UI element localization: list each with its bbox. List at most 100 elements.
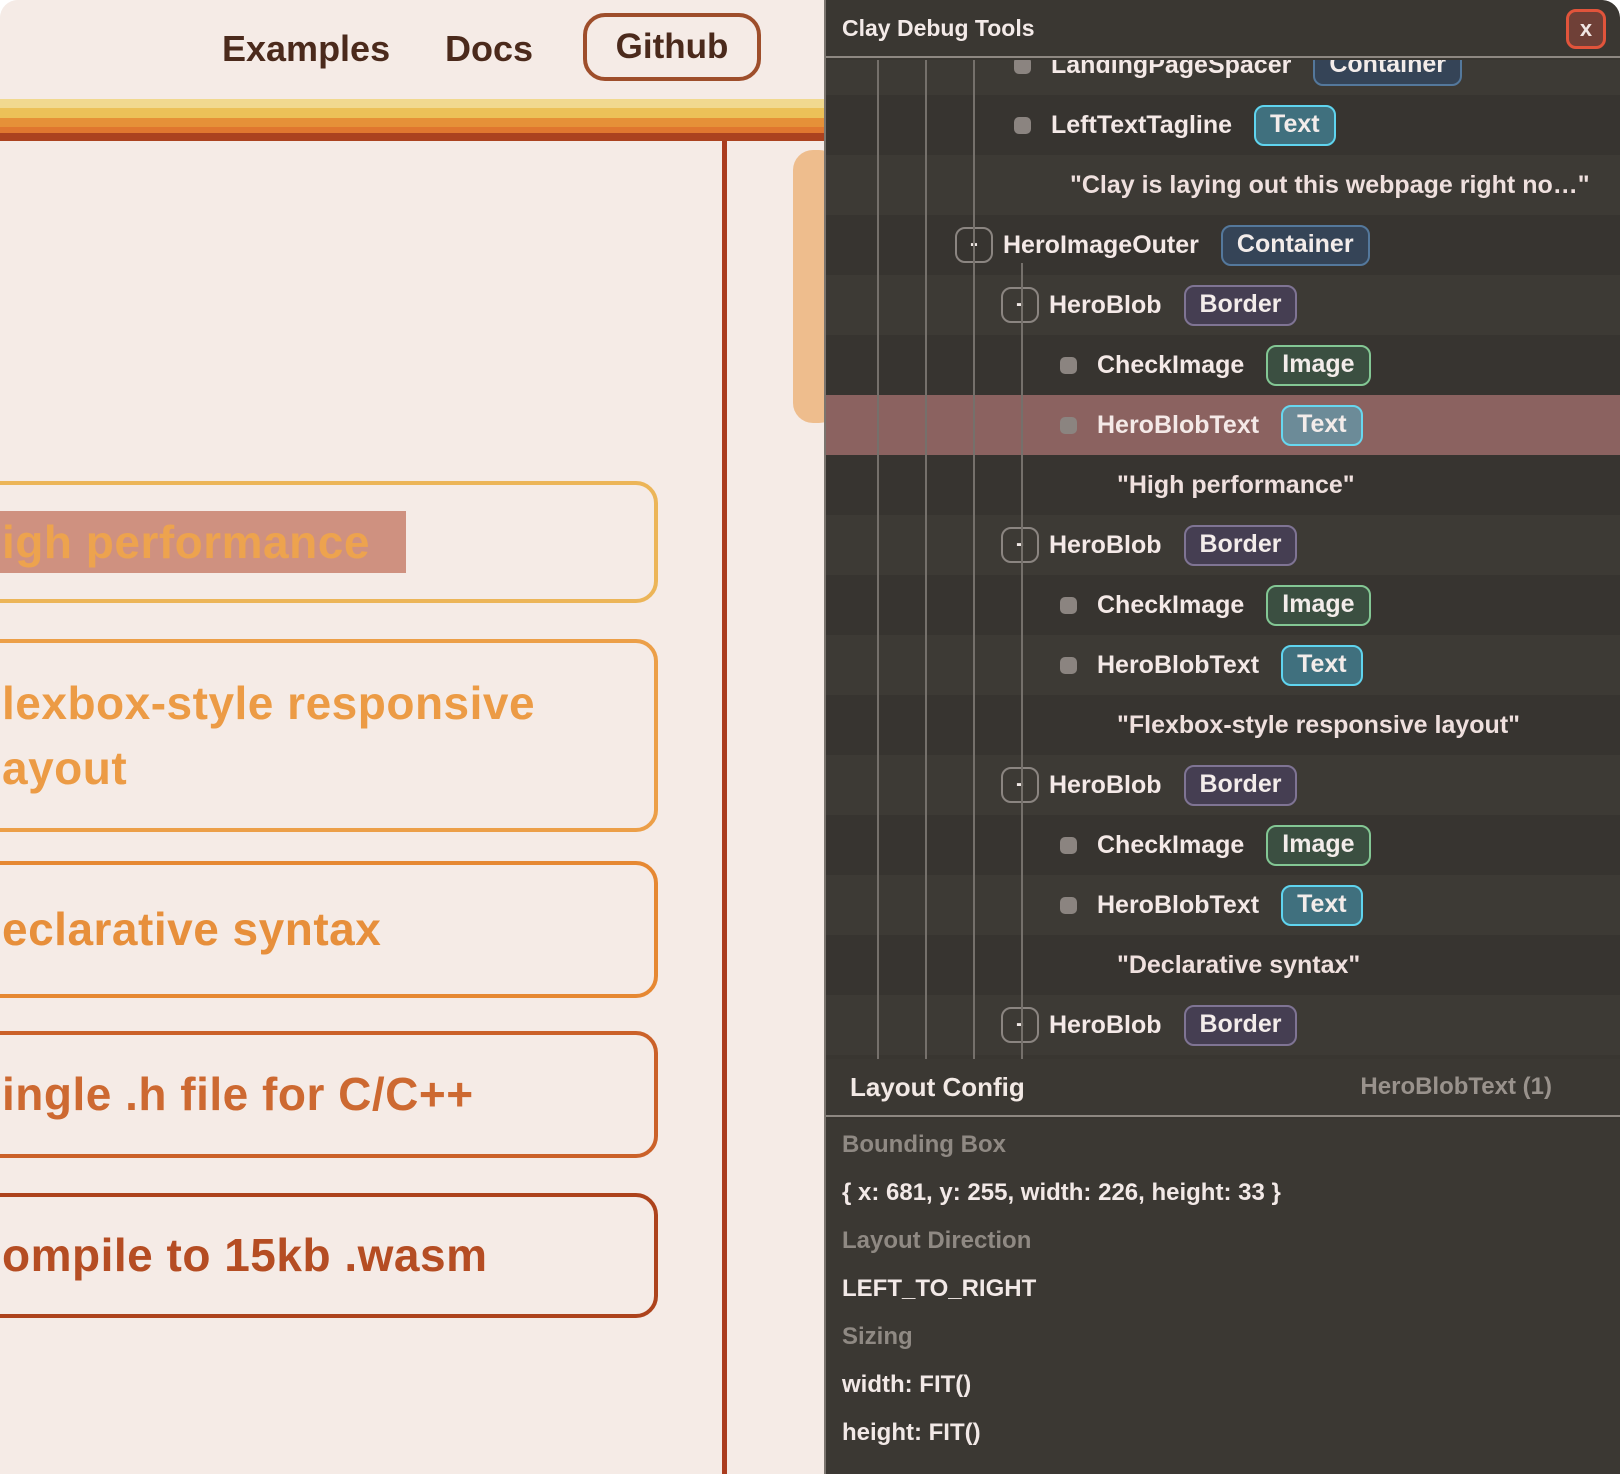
clay-landing-page: Examples Docs Github igh performance lex… xyxy=(0,0,824,1474)
vertical-divider xyxy=(722,141,727,1474)
element-type-badge: Border xyxy=(1184,525,1298,566)
tree-text-content-row[interactable]: "Flexbox-style responsive layout" xyxy=(826,695,1620,755)
element-label: HeroBlobText xyxy=(1097,411,1259,440)
element-label: LeftTextTagline xyxy=(1051,111,1232,140)
hero-feature-box: ompile to 15kb .wasm xyxy=(0,1193,658,1318)
element-label: HeroBlobText xyxy=(1097,891,1259,920)
leaf-node-icon xyxy=(1014,60,1031,74)
layout-config-title: Layout Config xyxy=(826,1072,1025,1103)
stripe xyxy=(0,133,824,141)
collapse-button[interactable]: - xyxy=(1001,1007,1039,1043)
element-type-badge: Container xyxy=(1313,60,1462,86)
debug-panel-title: Clay Debug Tools xyxy=(826,15,1035,42)
layout-config-context: HeroBlobText (1) xyxy=(1360,1073,1620,1101)
tree-element-row-HeroBlob[interactable]: -HeroBlob Border xyxy=(826,755,1620,815)
tree-element-row-HeroBlob[interactable]: -HeroBlob Border xyxy=(826,515,1620,575)
tree-element-row-HeroBlob[interactable]: -HeroBlob Border xyxy=(826,275,1620,335)
collapse-button[interactable]: - xyxy=(1001,287,1039,323)
tree-element-row-HeroBlobText[interactable]: HeroBlobText Text xyxy=(826,395,1620,455)
element-text-content: "Clay is laying out this webpage right n… xyxy=(1070,171,1590,200)
config-field-value: { x: 681, y: 255, width: 226, height: 33… xyxy=(842,1169,1620,1217)
element-type-badge: Image xyxy=(1266,585,1370,626)
tree-element-row-CheckImage[interactable]: CheckImage Image xyxy=(826,575,1620,635)
element-text-content: "Declarative syntax" xyxy=(1117,951,1360,980)
leaf-node-icon xyxy=(1060,597,1077,614)
config-field-value: width: FIT() xyxy=(842,1361,1620,1409)
element-label: CheckImage xyxy=(1097,351,1244,380)
element-type-badge: Text xyxy=(1254,105,1336,146)
hero-feature-box: igh performance xyxy=(0,481,658,603)
header-stripe-bar xyxy=(0,99,824,141)
stripe xyxy=(0,108,824,118)
leaf-node-icon xyxy=(1060,417,1077,434)
collapse-button[interactable]: - xyxy=(1001,767,1039,803)
element-type-badge: Image xyxy=(1266,345,1370,386)
element-type-badge: Border xyxy=(1184,1005,1298,1046)
element-label: HeroBlob xyxy=(1049,291,1162,320)
hero-feature-text: lexbox-style responsive ayout xyxy=(2,671,567,800)
leaf-node-icon xyxy=(1014,117,1031,134)
debug-panel-titlebar: Clay Debug Tools xyxy=(826,0,1620,58)
element-tree: LandingPageSpacer Container LeftTextTaglin… xyxy=(826,60,1620,1059)
clay-debug-tools-panel: Clay Debug Tools x LandingPageSpacer Cont… xyxy=(824,0,1620,1474)
leaf-node-icon xyxy=(1060,357,1077,374)
tree-element-row-CheckImage[interactable]: CheckImage Image xyxy=(826,815,1620,875)
element-label: HeroImageOuter xyxy=(1003,231,1199,260)
nav-docs[interactable]: Docs xyxy=(445,28,533,70)
indent-guide-line xyxy=(877,60,879,1059)
hero-feature-box: ingle .h file for C/C++ xyxy=(0,1031,658,1158)
nav-examples[interactable]: Examples xyxy=(222,28,390,70)
hero-feature-box: lexbox-style responsive ayout xyxy=(0,639,658,832)
element-label: HeroBlobText xyxy=(1097,651,1259,680)
collapse-button[interactable]: - xyxy=(1001,527,1039,563)
layout-config-fields: Bounding Box{ x: 681, y: 255, width: 226… xyxy=(826,1119,1620,1474)
indent-guide-line xyxy=(973,60,975,1059)
app-window: Examples Docs Github igh performance lex… xyxy=(0,0,1620,1474)
element-type-badge: Border xyxy=(1184,285,1298,326)
config-field-label: Sizing xyxy=(842,1313,1620,1361)
tree-element-row-LeftTextTagline[interactable]: LeftTextTagline Text xyxy=(826,95,1620,155)
layout-config-header: Layout Config HeroBlobText (1) xyxy=(826,1059,1620,1117)
element-label: HeroBlob xyxy=(1049,531,1162,560)
github-button-label: Github xyxy=(616,27,729,67)
element-type-badge: Text xyxy=(1281,645,1363,686)
close-button[interactable]: x xyxy=(1566,9,1606,49)
element-type-badge: Border xyxy=(1184,765,1298,806)
tree-element-row-HeroImageOuter[interactable]: -HeroImageOuterContainer xyxy=(826,215,1620,275)
element-type-badge: Text xyxy=(1281,405,1363,446)
indent-guide-line xyxy=(925,60,927,1059)
leaf-node-icon xyxy=(1060,897,1077,914)
element-type-badge: Text xyxy=(1281,885,1363,926)
tree-text-content-row[interactable]: "High performance" xyxy=(826,455,1620,515)
tree-element-row-HeroBlobText[interactable]: HeroBlobText Text xyxy=(826,635,1620,695)
hero-feature-text: ingle .h file for C/C++ xyxy=(2,1062,474,1126)
element-label: LandingPageSpacer xyxy=(1051,60,1291,80)
element-text-content: "High performance" xyxy=(1117,471,1355,500)
hero-feature-text: eclarative syntax xyxy=(2,897,381,961)
tree-element-row-CheckImage[interactable]: CheckImage Image xyxy=(826,335,1620,395)
element-type-badge: Container xyxy=(1221,225,1370,266)
stripe xyxy=(0,118,824,127)
config-field-value: height: FIT() xyxy=(842,1409,1620,1457)
github-button[interactable]: Github xyxy=(583,13,761,81)
config-field-value: LEFT_TO_RIGHT xyxy=(842,1265,1620,1313)
element-label: CheckImage xyxy=(1097,831,1244,860)
close-icon: x xyxy=(1580,18,1592,40)
indent-guide-line xyxy=(1021,263,1023,1059)
hero-feature-text: igh performance xyxy=(2,510,370,574)
element-label: HeroBlob xyxy=(1049,1011,1162,1040)
element-text-content: "Flexbox-style responsive layout" xyxy=(1117,711,1520,740)
tree-element-row-LandingPageSpacer[interactable]: LandingPageSpacer Container xyxy=(826,60,1620,95)
hero-feature-box: eclarative syntax xyxy=(0,861,658,998)
leaf-node-icon xyxy=(1060,657,1077,674)
element-label: CheckImage xyxy=(1097,591,1244,620)
element-label: HeroBlob xyxy=(1049,771,1162,800)
tree-element-row-HeroBlobText[interactable]: HeroBlobText Text xyxy=(826,875,1620,935)
stripe xyxy=(0,99,824,108)
tree-element-row-HeroBlob[interactable]: -HeroBlob Border xyxy=(826,995,1620,1055)
element-type-badge: Image xyxy=(1266,825,1370,866)
tree-text-content-row[interactable]: "Declarative syntax" xyxy=(826,935,1620,995)
config-field-label: Layout Direction xyxy=(842,1217,1620,1265)
tree-text-content-row[interactable]: "Clay is laying out this webpage right n… xyxy=(826,155,1620,215)
hero-feature-text: ompile to 15kb .wasm xyxy=(2,1223,487,1287)
